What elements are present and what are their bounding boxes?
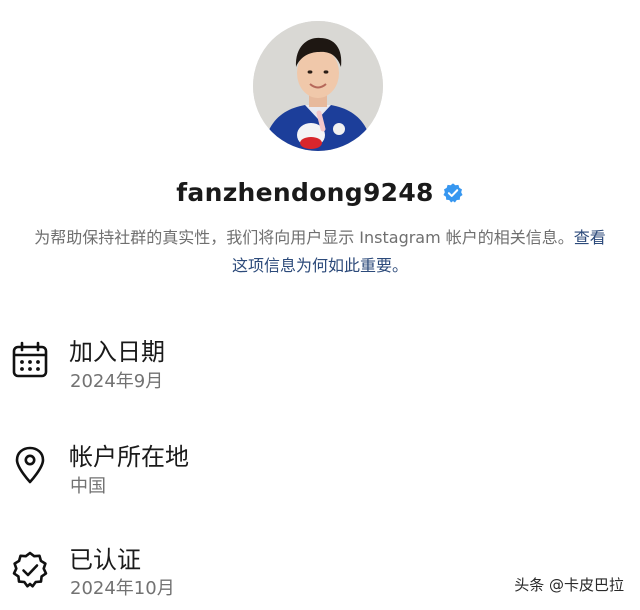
date-joined-value: 2024年9月 bbox=[70, 371, 164, 392]
profile-avatar[interactable] bbox=[253, 21, 383, 151]
notice-text: 为帮助保持社群的真实性，我们将向用户显示 Instagram 帐户的相关信息。 bbox=[34, 228, 574, 247]
username: fanzhendong9248 bbox=[176, 178, 434, 207]
info-row-verified: 已认证 2024年10月 bbox=[0, 538, 640, 608]
date-joined-label: 加入日期 bbox=[69, 338, 165, 366]
calendar-icon bbox=[12, 341, 48, 378]
username-row: fanzhendong9248 bbox=[0, 178, 640, 207]
avatar-photo bbox=[253, 21, 383, 151]
verified-badge-icon bbox=[443, 182, 463, 202]
verified-date-value: 2024年10月 bbox=[70, 578, 175, 599]
verified-label: 已认证 bbox=[69, 546, 141, 574]
info-row-date-joined: 加入日期 2024年9月 bbox=[0, 330, 640, 400]
account-location-value: 中国 bbox=[70, 476, 106, 497]
account-info-notice: 为帮助保持社群的真实性，我们将向用户显示 Instagram 帐户的相关信息。查… bbox=[30, 224, 610, 280]
info-row-account-location: 帐户所在地 中国 bbox=[0, 435, 640, 505]
watermark: 头条 @卡皮巴拉 bbox=[514, 576, 624, 594]
account-location-label: 帐户所在地 bbox=[69, 443, 189, 471]
location-pin-icon bbox=[15, 446, 45, 484]
verified-badge-outline-icon bbox=[12, 551, 48, 588]
